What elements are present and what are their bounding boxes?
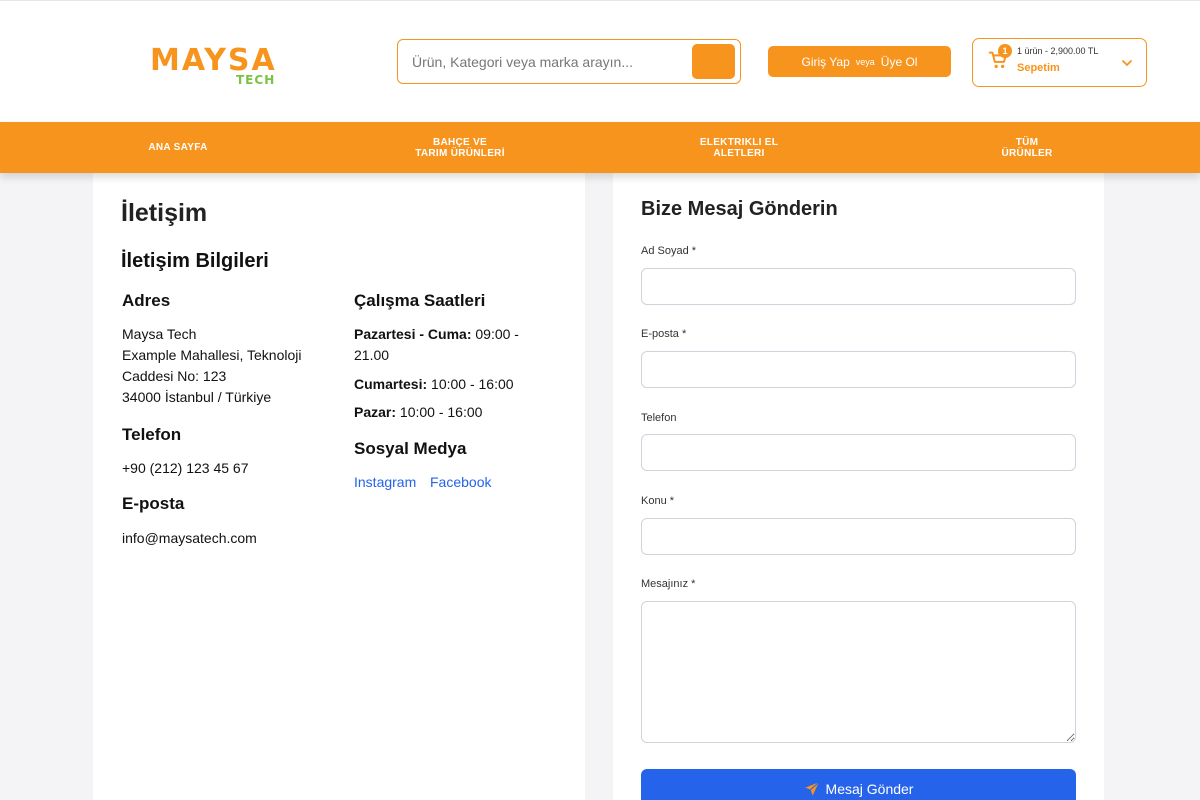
contact-info-card: İletişim İletişim Bilgileri Adres Maysa … xyxy=(93,173,585,800)
search-input[interactable] xyxy=(412,51,682,73)
hours-sunday: Pazar: 10:00 - 16:00 xyxy=(354,402,482,423)
hours-sunday-value: 10:00 - 16:00 xyxy=(399,404,483,420)
maysa-tech-logo[interactable]: MAYSA TECH xyxy=(150,43,286,91)
subject-label: Konu * xyxy=(641,495,675,507)
nav-item-all-products[interactable]: TÜM ÜRÜNLER xyxy=(937,122,1117,173)
search-box xyxy=(397,39,741,84)
hours-heading: Çalışma Saatleri xyxy=(354,291,486,310)
cart-button[interactable]: 1 1 ürün - 2,900.00 TL Sepetim xyxy=(972,38,1147,87)
send-message-button[interactable]: Mesaj Gönder xyxy=(641,769,1076,800)
address-line: Example Mahallesi, Teknoloji xyxy=(122,347,302,363)
send-message-label: Mesaj Gönder xyxy=(825,781,914,797)
chevron-down-icon xyxy=(1122,60,1132,66)
main-navigation: ANA SAYFA BAHÇE VE TARIM ÜRÜNLERİ ELEKTR… xyxy=(0,122,1200,173)
nav-item-garden[interactable]: BAHÇE VE TARIM ÜRÜNLERİ xyxy=(370,122,550,173)
facebook-link[interactable]: Facebook xyxy=(430,474,491,490)
register-link[interactable]: Üye Ol xyxy=(881,55,918,69)
hours-saturday-value: 10:00 - 16:00 xyxy=(431,376,514,392)
or-text: veya xyxy=(855,56,875,67)
email-label: E-posta * xyxy=(641,328,687,340)
hours-weekdays-label: Pazartesi - Cuma: xyxy=(354,326,472,342)
phone-value[interactable]: +90 (212) 123 45 67 xyxy=(122,458,249,479)
name-input[interactable] xyxy=(641,268,1076,305)
message-textarea[interactable] xyxy=(641,601,1076,743)
email-value[interactable]: info@maysatech.com xyxy=(122,528,257,549)
hours-saturday-label: Cumartesi: xyxy=(354,376,428,392)
email-heading: E-posta xyxy=(122,494,185,513)
login-register-button[interactable]: Giriş Yap veya Üye Ol xyxy=(768,46,951,77)
logo-text-sub: TECH xyxy=(236,73,276,87)
cart-summary: 1 ürün - 2,900.00 TL xyxy=(1017,46,1099,56)
hours-sunday-label: Pazar: xyxy=(354,404,397,420)
address-line: 34000 İstanbul / Türkiye xyxy=(122,389,272,405)
phone-input[interactable] xyxy=(641,434,1076,471)
social-heading: Sosyal Medya xyxy=(354,439,467,458)
login-link[interactable]: Giriş Yap xyxy=(802,55,850,69)
page-title: İletişim xyxy=(121,199,208,227)
hours-saturday: Cumartesi: 10:00 - 16:00 xyxy=(354,374,514,395)
hours-weekdays: Pazartesi - Cuma: 09:00 - 21.00 xyxy=(354,324,554,366)
cart-count-badge: 1 xyxy=(998,44,1012,58)
search-button[interactable] xyxy=(692,44,735,79)
email-input[interactable] xyxy=(641,351,1076,388)
message-label: Mesajınız * xyxy=(641,578,696,590)
name-label: Ad Soyad * xyxy=(641,245,697,257)
paper-plane-icon xyxy=(804,781,819,796)
form-title: Bize Mesaj Gönderin xyxy=(641,198,838,220)
nav-item-power-tools[interactable]: ELEKTRIKLI EL ALETLERI xyxy=(649,122,829,173)
contact-info-title: İletişim Bilgileri xyxy=(121,250,269,272)
phone-heading: Telefon xyxy=(122,425,182,444)
address-heading: Adres xyxy=(122,291,171,310)
address-block: Maysa Tech Example Mahallesi, Teknoloji … xyxy=(122,324,302,408)
phone-label: Telefon xyxy=(641,412,677,424)
nav-item-home[interactable]: ANA SAYFA xyxy=(88,122,268,173)
subject-input[interactable] xyxy=(641,518,1076,555)
contact-form-card: Bize Mesaj Gönderin Ad Soyad * E-posta *… xyxy=(613,173,1104,800)
address-line: Maysa Tech xyxy=(122,326,197,342)
address-line: Caddesi No: 123 xyxy=(122,368,227,384)
cart-label: Sepetim xyxy=(1017,62,1060,74)
site-header: MAYSA TECH Giriş Yap veya Üye Ol 1 1 ürü… xyxy=(0,0,1200,122)
instagram-link[interactable]: Instagram xyxy=(354,474,416,490)
